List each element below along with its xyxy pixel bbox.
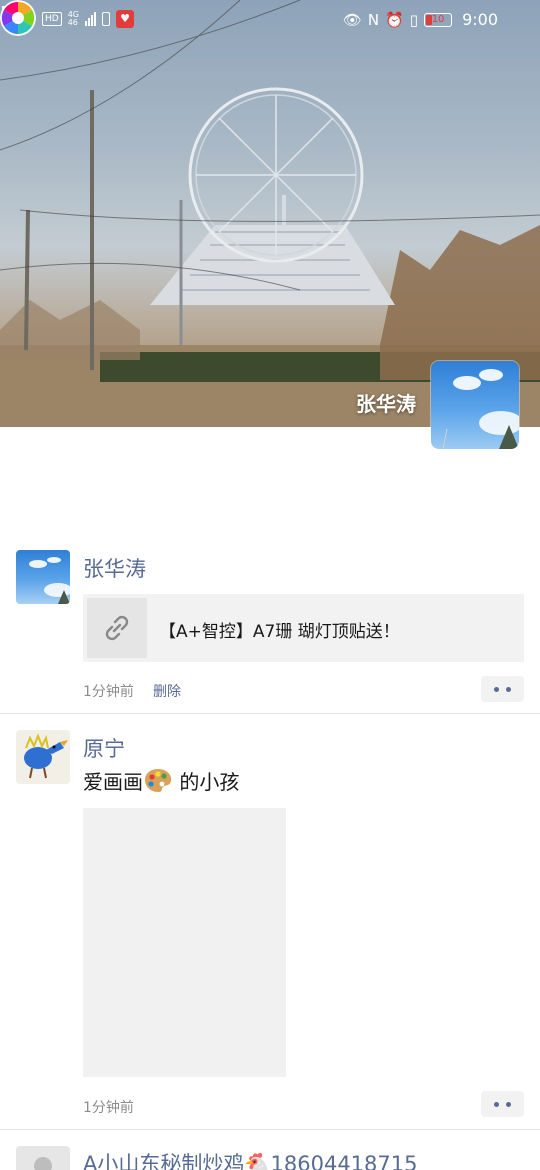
- post-time: 1分钟前: [83, 684, 134, 700]
- network-type: 4G 46: [67, 10, 79, 27]
- small-battery-icon: [102, 12, 110, 26]
- battery-icon: 10: [424, 12, 453, 27]
- palette-emoji-icon: [145, 769, 172, 792]
- post-time: 1分钟前: [83, 1100, 134, 1116]
- link-share-card[interactable]: 【A+智控】A7珊 瑚灯顶贴送！: [83, 594, 524, 662]
- link-thumbnail: [87, 598, 147, 658]
- link-title: 【A+智控】A7珊 瑚灯顶贴送！: [159, 622, 400, 642]
- post-author-name[interactable]: 原宁: [83, 733, 125, 763]
- more-dots-icon[interactable]: [481, 676, 524, 702]
- avatar[interactable]: [16, 1146, 70, 1170]
- post-author-name[interactable]: 张华涛: [83, 553, 146, 583]
- signal-icon: [85, 12, 96, 26]
- post-divider: [0, 713, 540, 714]
- post-text: 爱画画 的小孩: [83, 766, 239, 795]
- alarm-icon: ⏰: [385, 10, 404, 29]
- avatar[interactable]: [16, 550, 70, 604]
- post-divider: [0, 1129, 540, 1130]
- vibrate-icon: ▯: [409, 10, 419, 29]
- sky-avatar-image: [442, 369, 519, 449]
- more-dots-icon[interactable]: [481, 1091, 524, 1117]
- sky-avatar-image: [29, 557, 70, 604]
- post-photo[interactable]: [83, 808, 286, 1077]
- link-icon: [105, 615, 129, 641]
- status-bar: HD 4G 46 ♥ 👁 N ⏰ ▯ 10 9:00: [0, 0, 540, 40]
- app-logo-icon: [0, 0, 36, 36]
- cover-owner-name[interactable]: 张华涛: [356, 388, 416, 417]
- cover-owner-avatar[interactable]: [431, 361, 519, 449]
- app-notification-icon: ♥: [116, 10, 134, 28]
- drawing-avatar-image: [16, 730, 70, 784]
- avatar[interactable]: [16, 730, 70, 784]
- nfc-icon: N: [367, 10, 380, 29]
- delete-button[interactable]: 删除: [153, 681, 181, 701]
- default-avatar-icon: [34, 1157, 52, 1170]
- post-author-name[interactable]: A小山东秘制炒鸡🐔18604418715: [83, 1148, 417, 1170]
- clock: 9:00: [462, 10, 498, 29]
- eye-comfort-icon: 👁: [342, 10, 362, 29]
- hd-indicator: HD: [42, 12, 62, 26]
